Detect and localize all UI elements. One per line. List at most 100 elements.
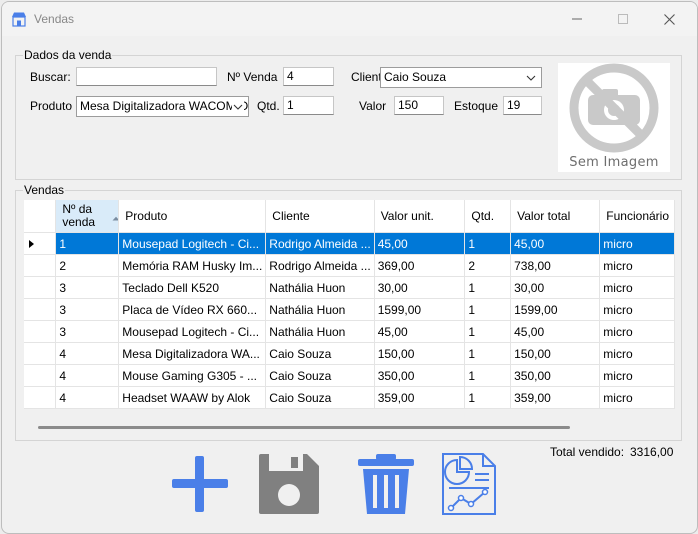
- table-row[interactable]: 2 Memória RAM Husky Im... Rodrigo Almeida …: [24, 254, 675, 277]
- column-header-nvenda[interactable]: Nº da venda: [55, 200, 120, 233]
- table-cell[interactable]: 30,00: [510, 276, 601, 299]
- table-cell[interactable]: Caio Souza: [265, 342, 375, 365]
- table-cell[interactable]: Headset WAAW by Alok: [118, 386, 267, 409]
- table-cell[interactable]: 1: [464, 342, 512, 365]
- table-cell[interactable]: Nathália Huon: [265, 320, 375, 343]
- table-cell[interactable]: micro: [599, 232, 675, 255]
- product-image[interactable]: Sem Imagem: [558, 63, 670, 172]
- table-row[interactable]: 1 Mousepad Logitech - Ci... Rodrigo Almeid…: [24, 232, 675, 255]
- column-header-funcionario[interactable]: Funcionário: [599, 200, 675, 233]
- table-cell[interactable]: 150,00: [510, 342, 601, 365]
- table-cell[interactable]: micro: [599, 276, 675, 299]
- table-cell[interactable]: 1: [464, 232, 512, 255]
- table-cell[interactable]: 359,00: [374, 386, 466, 409]
- qtd-input[interactable]: 1: [283, 96, 334, 115]
- table-cell[interactable]: Placa de Vídeo RX 660...: [118, 298, 267, 321]
- table-cell[interactable]: micro: [599, 298, 675, 321]
- table-cell[interactable]: 45,00: [510, 232, 601, 255]
- row-header[interactable]: [24, 298, 57, 321]
- minimize-button[interactable]: [554, 2, 600, 36]
- column-header-valor-unit[interactable]: Valor unit.: [374, 200, 466, 233]
- table-cell[interactable]: Mesa Digitalizadora WA...: [118, 342, 267, 365]
- table-cell[interactable]: 350,00: [510, 364, 601, 387]
- row-header[interactable]: [24, 254, 57, 277]
- table-cell[interactable]: Nathália Huon: [265, 298, 375, 321]
- produto-combobox[interactable]: Mesa Digitalizadora WACOM OI: [76, 96, 249, 117]
- table-cell[interactable]: 150,00: [374, 342, 466, 365]
- table-cell[interactable]: 3: [55, 320, 120, 343]
- table-cell[interactable]: Caio Souza: [265, 386, 375, 409]
- table-cell[interactable]: micro: [599, 342, 675, 365]
- table-cell[interactable]: 1: [464, 386, 512, 409]
- table-row[interactable]: 4 Mouse Gaming G305 - ... Caio Souza 350,00…: [24, 364, 675, 387]
- table-cell[interactable]: 1: [464, 298, 512, 321]
- table-cell[interactable]: 45,00: [374, 320, 466, 343]
- table-cell[interactable]: 3: [55, 298, 120, 321]
- horizontal-scrollbar[interactable]: [24, 418, 675, 435]
- column-header-valor-total[interactable]: Valor total: [510, 200, 601, 233]
- column-header-qtd[interactable]: Qtd.: [464, 200, 512, 233]
- column-header-produto[interactable]: Produto: [118, 200, 267, 233]
- table-cell[interactable]: 2: [464, 254, 512, 277]
- row-header[interactable]: [24, 364, 57, 387]
- table-cell[interactable]: 1599,00: [510, 298, 601, 321]
- table-cell[interactable]: 45,00: [510, 320, 601, 343]
- save-button[interactable]: [257, 452, 321, 516]
- table-cell[interactable]: 1: [464, 364, 512, 387]
- table-row[interactable]: 4 Headset WAAW by Alok Caio Souza 359,00 1 35…: [24, 386, 675, 409]
- cliente-combobox[interactable]: Caio Souza: [380, 67, 542, 88]
- table-cell[interactable]: micro: [599, 254, 675, 277]
- table-cell[interactable]: Teclado Dell K520: [118, 276, 267, 299]
- scrollbar-thumb[interactable]: [38, 426, 570, 429]
- table-row[interactable]: 4 Mesa Digitalizadora WA... Caio Souza 150,…: [24, 342, 675, 365]
- table-cell[interactable]: 4: [55, 342, 120, 365]
- table-row[interactable]: 3 Mousepad Logitech - Ci... Nathália Huon 4…: [24, 320, 675, 343]
- table-cell[interactable]: Rodrigo Almeida ...: [265, 232, 375, 255]
- vendas-window: Vendas Dados da venda Buscar: Nº Venda 4…: [1, 1, 698, 534]
- table-row[interactable]: 3 Placa de Vídeo RX 660... Nathália Huon 15…: [24, 298, 675, 321]
- table-cell[interactable]: 1599,00: [374, 298, 466, 321]
- row-header-corner: [24, 200, 57, 233]
- nvenda-input[interactable]: 4: [283, 67, 334, 86]
- report-button[interactable]: [437, 452, 501, 516]
- row-header[interactable]: [24, 342, 57, 365]
- add-button[interactable]: [168, 452, 232, 516]
- estoque-input[interactable]: 19: [503, 96, 542, 115]
- table-cell[interactable]: 1: [55, 232, 120, 255]
- table-cell[interactable]: 3: [55, 276, 120, 299]
- table-cell[interactable]: micro: [599, 386, 675, 409]
- table-cell[interactable]: Memória RAM Husky Im...: [118, 254, 267, 277]
- table-row[interactable]: 3 Teclado Dell K520 Nathália Huon 30,00 1 30,…: [24, 276, 675, 299]
- table-cell[interactable]: 1: [464, 276, 512, 299]
- column-header-cliente[interactable]: Cliente: [265, 200, 375, 233]
- table-cell[interactable]: 4: [55, 364, 120, 387]
- table-cell[interactable]: 350,00: [374, 364, 466, 387]
- buscar-input[interactable]: [76, 67, 217, 86]
- table-cell[interactable]: 1: [464, 320, 512, 343]
- table-cell[interactable]: 359,00: [510, 386, 601, 409]
- close-button[interactable]: [646, 2, 692, 36]
- table-cell[interactable]: 2: [55, 254, 120, 277]
- table-cell[interactable]: micro: [599, 364, 675, 387]
- row-header[interactable]: [24, 320, 57, 343]
- table-cell[interactable]: 30,00: [374, 276, 466, 299]
- maximize-button[interactable]: [600, 2, 646, 36]
- delete-button[interactable]: [354, 452, 418, 516]
- current-row-arrow-icon: [27, 237, 35, 251]
- table-cell[interactable]: Rodrigo Almeida ...: [265, 254, 375, 277]
- table-cell[interactable]: Nathália Huon: [265, 276, 375, 299]
- table-cell[interactable]: 369,00: [374, 254, 466, 277]
- table-cell[interactable]: 45,00: [374, 232, 466, 255]
- table-cell[interactable]: Mousepad Logitech - Ci...: [118, 232, 267, 255]
- table-cell[interactable]: 4: [55, 386, 120, 409]
- row-header[interactable]: [24, 276, 57, 299]
- vendas-datagrid[interactable]: Nº da venda Produto Cliente Valor unit. …: [24, 200, 675, 410]
- row-header[interactable]: [24, 232, 57, 255]
- table-cell[interactable]: Caio Souza: [265, 364, 375, 387]
- table-cell[interactable]: 738,00: [510, 254, 601, 277]
- table-cell[interactable]: Mousepad Logitech - Ci...: [118, 320, 267, 343]
- table-cell[interactable]: micro: [599, 320, 675, 343]
- table-cell[interactable]: Mouse Gaming G305 - ...: [118, 364, 267, 387]
- valor-input[interactable]: 150: [394, 96, 444, 115]
- row-header[interactable]: [24, 386, 57, 409]
